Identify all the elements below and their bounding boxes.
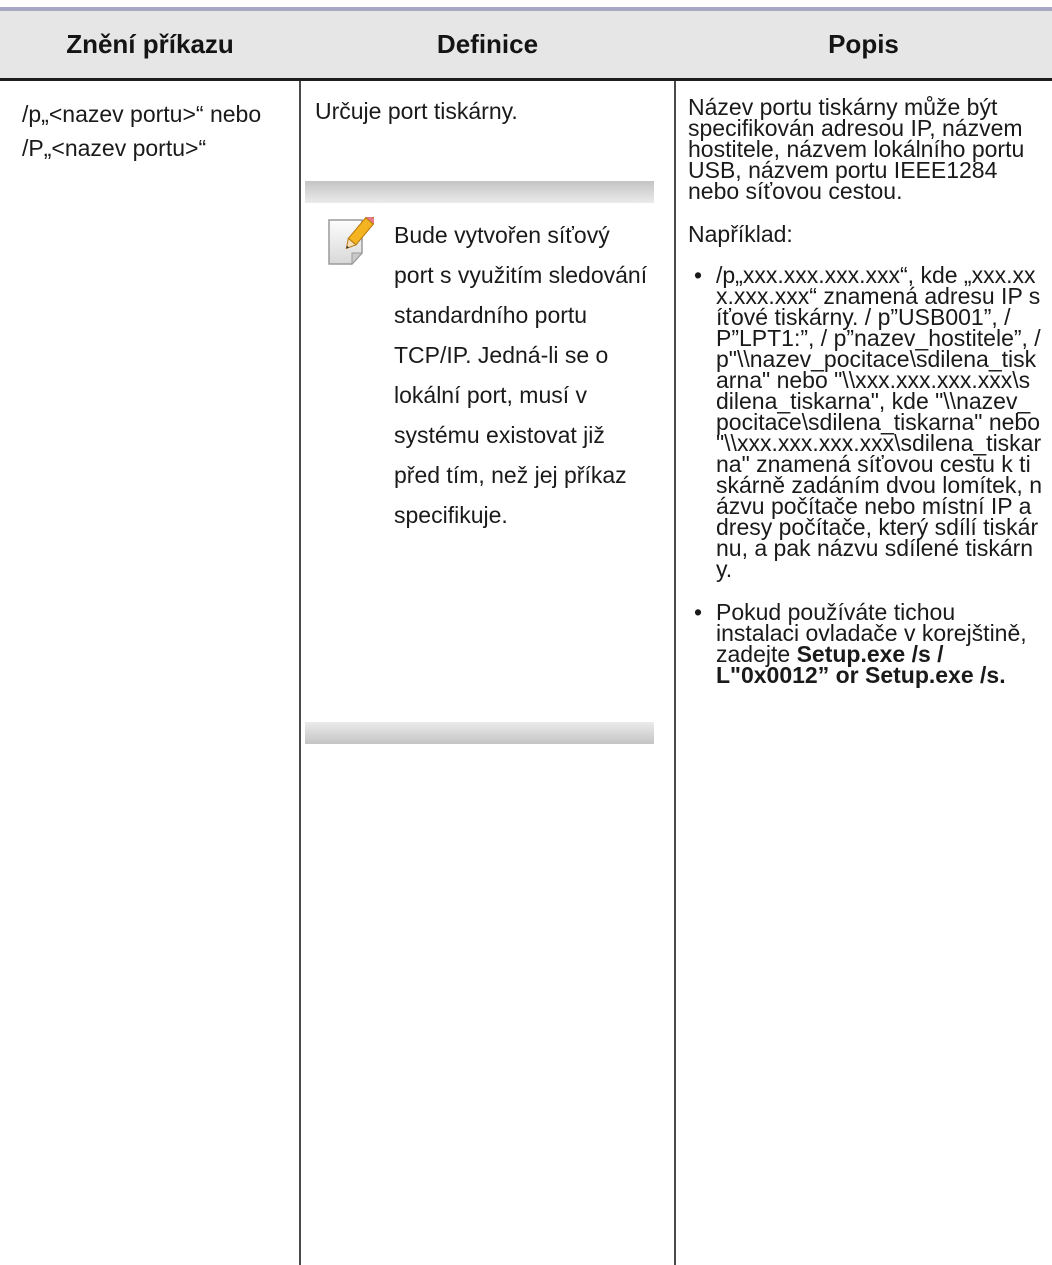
- note-bar-bottom: [305, 722, 654, 744]
- description-cell: Název portu tiskárny může být specifikov…: [688, 94, 1042, 708]
- note-box: Bude vytvořen síťový port s využitím sle…: [305, 181, 654, 744]
- header-command: Znění příkazu: [66, 29, 234, 59]
- bullet-icon: •: [694, 599, 703, 625]
- bullet-text: /p„xxx.xxx.xxx.xxx“, kde „xxx.xxx.xxx.xx…: [716, 262, 1042, 582]
- header-rule: [0, 78, 1052, 81]
- command-cell: /p„<nazev portu>“ nebo /P„<nazev portu>“: [22, 101, 262, 161]
- header-definition: Definice: [436, 29, 539, 59]
- table-header: Znění příkazu Definice Popis: [0, 11, 1052, 78]
- note-pencil-icon: [326, 213, 378, 269]
- note-bar-top: [305, 181, 654, 203]
- list-item: • /p„xxx.xxx.xxx.xxx“, kde „xxx.xxx.xxx.…: [688, 262, 1042, 582]
- note-text: Bude vytvořen síťový port s využitím sle…: [394, 222, 648, 528]
- list-item: • Pokud používáte tichou instalaci ovlad…: [688, 599, 1042, 687]
- example-label: Například:: [688, 221, 793, 247]
- column-divider: [674, 81, 676, 1265]
- definition-cell: Určuje port tiskárny.: [305, 97, 675, 125]
- bullet-icon: •: [694, 262, 703, 288]
- column-divider: [299, 81, 301, 1265]
- description-intro: Název portu tiskárny může být specifikov…: [688, 94, 1025, 204]
- definition-text: Určuje port tiskárny.: [315, 98, 518, 124]
- header-description: Popis: [828, 29, 899, 59]
